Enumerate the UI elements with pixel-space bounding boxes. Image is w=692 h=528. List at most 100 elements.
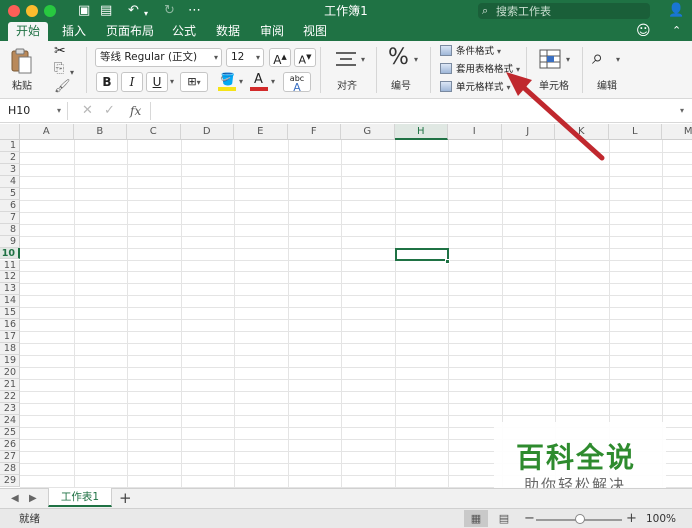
column-header-J[interactable]: J (501, 124, 555, 140)
row-header-1[interactable]: 1 (0, 140, 20, 152)
search-input[interactable] (496, 4, 644, 18)
column-header-K[interactable]: K (555, 124, 609, 140)
cells-dropdown-icon[interactable]: ▾ (566, 55, 570, 64)
tab-formulas[interactable]: 公式 (164, 22, 204, 41)
column-header-L[interactable]: L (608, 124, 662, 140)
sidebar-toggle-icon[interactable]: ▣ (78, 3, 90, 19)
column-header-F[interactable]: F (287, 124, 341, 140)
font-color-dropdown-icon[interactable]: ▾ (271, 77, 275, 86)
row-header-23[interactable]: 23 (0, 402, 20, 415)
cell-styles-button[interactable]: 单元格样式 ▾ (440, 79, 511, 97)
row-header-27[interactable]: 27 (0, 450, 20, 463)
row-header-11[interactable]: 11 (0, 259, 20, 272)
undo-dropdown-icon[interactable]: ▾ (144, 6, 148, 22)
text-phonetic-button[interactable]: abc A (283, 72, 311, 93)
search-box[interactable]: ⌕ (478, 3, 650, 19)
selected-cell[interactable] (394, 247, 449, 262)
expand-formula-icon[interactable]: ▾ (680, 102, 684, 120)
row-header-12[interactable]: 12 (0, 271, 20, 284)
formula-input[interactable] (150, 102, 670, 120)
zoom-in-button[interactable]: + (626, 509, 637, 528)
column-header-A[interactable]: A (20, 124, 74, 140)
row-header-13[interactable]: 13 (0, 283, 20, 296)
format-painter-icon[interactable]: 🖌 (54, 79, 71, 94)
minimize-window-button[interactable] (26, 5, 38, 17)
row-header-25[interactable]: 25 (0, 426, 20, 439)
cut-scissors-icon[interactable]: ✂ (54, 43, 66, 59)
row-header-10[interactable]: 10 (0, 247, 20, 260)
alignment-button[interactable] (334, 49, 358, 71)
underline-dropdown-icon[interactable]: ▾ (170, 77, 174, 86)
number-dropdown-icon[interactable]: ▾ (414, 55, 418, 64)
row-header-7[interactable]: 7 (0, 211, 20, 224)
row-header-18[interactable]: 18 (0, 343, 20, 356)
undo-icon[interactable]: ↶ (128, 3, 139, 19)
percent-icon[interactable]: % (388, 45, 409, 70)
row-header-5[interactable]: 5 (0, 187, 20, 200)
tab-view[interactable]: 视图 (295, 22, 335, 41)
copy-icon[interactable]: ⎘ (54, 61, 64, 76)
confirm-entry-icon[interactable]: ✓ (104, 102, 115, 120)
row-header-3[interactable]: 3 (0, 163, 20, 176)
font-name-select[interactable]: 等线 Regular (正文) ▾ (95, 48, 222, 67)
row-header-29[interactable]: 29 (0, 474, 20, 487)
row-header-15[interactable]: 15 (0, 307, 20, 320)
find-magnifier-icon[interactable]: ⌕ (592, 45, 603, 69)
borders-button[interactable]: ⊞▾ (180, 72, 208, 92)
select-all-corner[interactable] (0, 124, 20, 140)
zoom-slider-knob[interactable] (575, 514, 585, 524)
more-tools-icon[interactable]: ⋯ (188, 3, 201, 19)
conditional-format-button[interactable]: 条件格式 ▾ (440, 43, 501, 61)
prev-sheet-icon[interactable]: ◀ (11, 491, 19, 507)
row-header-9[interactable]: 9 (0, 235, 20, 248)
save-icon[interactable]: ▤ (100, 3, 112, 19)
tab-review[interactable]: 审阅 (252, 22, 292, 41)
cells-button[interactable] (538, 47, 562, 71)
row-header-16[interactable]: 16 (0, 319, 20, 332)
align-dropdown-icon[interactable]: ▾ (361, 55, 365, 64)
decrease-font-button[interactable]: A▼ (294, 48, 316, 67)
maximize-window-button[interactable] (44, 5, 56, 17)
cancel-entry-icon[interactable]: ✕ (82, 102, 93, 120)
font-size-select[interactable]: 12 ▾ (226, 48, 264, 67)
row-header-14[interactable]: 14 (0, 295, 20, 308)
add-sheet-button[interactable]: + (119, 489, 132, 507)
row-header-21[interactable]: 21 (0, 379, 20, 391)
fill-handle[interactable] (445, 258, 450, 264)
feedback-smiley-icon[interactable]: ☺ (636, 23, 651, 39)
normal-view-button[interactable]: ▦ (464, 510, 488, 527)
copy-dropdown-icon[interactable]: ▾ (70, 65, 74, 78)
page-layout-view-button[interactable]: ▤ (492, 510, 516, 527)
row-header-20[interactable]: 20 (0, 367, 20, 379)
tab-data[interactable]: 数据 (208, 22, 248, 41)
column-header-H[interactable]: H (394, 124, 448, 140)
row-header-24[interactable]: 24 (0, 414, 20, 427)
tab-page-layout[interactable]: 页面布局 (98, 22, 162, 41)
row-header-6[interactable]: 6 (0, 199, 20, 212)
column-header-I[interactable]: I (448, 124, 502, 140)
column-header-B[interactable]: B (73, 124, 127, 140)
bold-button[interactable]: B (96, 72, 118, 92)
next-sheet-icon[interactable]: ▶ (29, 491, 37, 507)
row-header-8[interactable]: 8 (0, 223, 20, 236)
tab-insert[interactable]: 插入 (54, 22, 94, 41)
fill-color-button[interactable]: 🪣 (216, 72, 238, 92)
italic-button[interactable]: I (121, 72, 143, 92)
column-header-C[interactable]: C (127, 124, 181, 140)
column-header-M[interactable]: M (662, 124, 692, 140)
row-header-28[interactable]: 28 (0, 462, 20, 475)
tab-home[interactable]: 开始 (8, 22, 49, 41)
underline-button[interactable]: U (146, 72, 168, 92)
column-header-G[interactable]: G (341, 124, 395, 140)
sheet-tab-1[interactable]: 工作表1 (48, 488, 112, 507)
row-header-22[interactable]: 22 (0, 390, 20, 403)
row-header-26[interactable]: 26 (0, 438, 20, 451)
format-as-table-button[interactable]: 套用表格格式 ▾ (440, 61, 520, 79)
close-window-button[interactable] (8, 5, 20, 17)
row-header-2[interactable]: 2 (0, 151, 20, 164)
row-header-17[interactable]: 17 (0, 331, 20, 344)
column-header-D[interactable]: D (180, 124, 234, 140)
increase-font-button[interactable]: A▲ (269, 48, 291, 67)
row-header-4[interactable]: 4 (0, 175, 20, 188)
zoom-out-button[interactable]: − (524, 509, 535, 528)
